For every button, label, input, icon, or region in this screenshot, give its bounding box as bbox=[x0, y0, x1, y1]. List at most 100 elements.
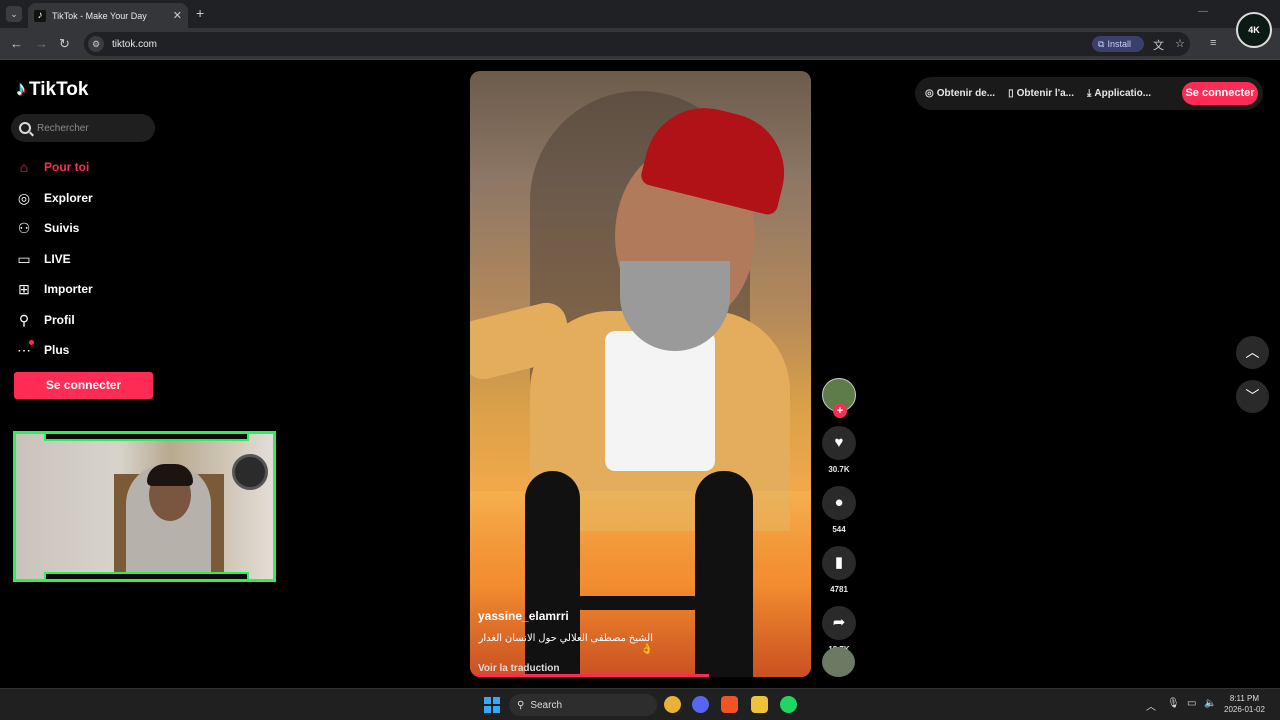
sidebar-item-label: Profil bbox=[44, 312, 75, 327]
get-app-link[interactable]: ▯ Obtenir l'a... bbox=[1008, 88, 1074, 99]
comment-icon[interactable]: ● bbox=[822, 486, 856, 520]
phone-icon: ▯ bbox=[1008, 88, 1014, 99]
upload-icon: ⊞ bbox=[18, 281, 30, 298]
bookmark-icon[interactable]: ▮ bbox=[822, 546, 856, 580]
windows-start-icon[interactable] bbox=[484, 697, 500, 713]
tab-title: TikTok - Make Your Day bbox=[52, 10, 147, 21]
taskbar-time: 8:11 PM bbox=[1229, 694, 1260, 703]
address-bar[interactable]: ⚙ tiktok.com bbox=[84, 32, 1190, 56]
install-icon: ⧉ bbox=[1098, 38, 1105, 49]
file-explorer-icon[interactable] bbox=[751, 696, 768, 713]
get-coins-link[interactable]: ◎ Obtenir de... bbox=[925, 88, 995, 99]
sidebar-item-plus[interactable]: ⋯ Plus bbox=[16, 335, 93, 366]
comment-count: 544 bbox=[832, 525, 846, 534]
creator-avatar[interactable]: + bbox=[822, 378, 856, 418]
following-icon: ⚇ bbox=[17, 220, 31, 237]
video-caption: yassine_elamrri الشيخ مصطفى العلالي حول … bbox=[478, 609, 803, 674]
notification-dot bbox=[29, 340, 34, 346]
reload-icon[interactable]: ↻ bbox=[59, 36, 70, 52]
handshake bbox=[575, 596, 700, 610]
browser-tabstrip: ⌄ ♪ TikTok - Make Your Day ✕ + — bbox=[0, 0, 1280, 28]
video-author[interactable]: yassine_elamrri bbox=[478, 609, 803, 623]
sidebar-item-profil[interactable]: ⚲ Profil bbox=[16, 305, 93, 336]
previous-video-button[interactable]: ︿ bbox=[1236, 336, 1269, 369]
top-link-label: Obtenir de... bbox=[936, 88, 996, 99]
sidebar-item-live[interactable]: ▭ LIVE bbox=[16, 244, 93, 275]
search-icon: ⚲ bbox=[517, 699, 525, 711]
sidebar-item-pour-toi[interactable]: ⌂ Pour toi bbox=[16, 152, 93, 183]
search-icon bbox=[19, 122, 31, 134]
taskbar-search[interactable]: ⚲ Search bbox=[509, 694, 657, 716]
home-icon: ⌂ bbox=[19, 159, 29, 176]
sidebar-item-explorer[interactable]: ◎ Explorer bbox=[16, 183, 93, 214]
see-translation-link[interactable]: Voir la traduction bbox=[478, 663, 803, 674]
more-icon: ⋯ bbox=[16, 340, 34, 358]
video-shirt bbox=[605, 331, 715, 471]
like-count: 30.7K bbox=[828, 465, 850, 474]
heart-icon[interactable]: ♥ bbox=[822, 426, 856, 460]
sidebar-login-button[interactable]: Se connecter bbox=[14, 372, 153, 399]
top-link-label: Obtenir l'a... bbox=[1016, 88, 1074, 99]
video-description: الشيخ مصطفى العلالي حول الانسان الغدار 👌 bbox=[478, 633, 653, 655]
bookmark-star-icon[interactable]: ☆ bbox=[1175, 37, 1185, 50]
comment-action: ● 544 bbox=[821, 486, 857, 534]
site-info-icon[interactable]: ⚙ bbox=[88, 36, 104, 52]
media-control-icon[interactable]: ≡ bbox=[1210, 37, 1216, 49]
back-icon[interactable]: ← bbox=[10, 36, 23, 51]
webcam-frame-top bbox=[44, 434, 249, 441]
tiktok-note-icon: ♪ bbox=[16, 78, 26, 100]
close-tab-icon[interactable]: ✕ bbox=[173, 9, 182, 22]
discord-icon[interactable] bbox=[692, 696, 709, 713]
sidebar-item-label: Importer bbox=[44, 282, 93, 297]
profile-icon: ⚲ bbox=[18, 311, 30, 328]
forward-icon[interactable]: → bbox=[35, 36, 48, 51]
tray-chevron-icon[interactable]: ︿ bbox=[1146, 698, 1156, 713]
sidebar-nav: ⌂ Pour toi ◎ Explorer ⚇ Suivis ▭ LIVE ⊞ … bbox=[16, 152, 93, 366]
microphone-icon[interactable]: 🎙 bbox=[1167, 698, 1180, 709]
search-input[interactable]: Rechercher bbox=[11, 114, 155, 142]
sidebar-item-label: Explorer bbox=[44, 190, 93, 205]
live-icon: ▭ bbox=[17, 250, 31, 267]
minimize-icon[interactable]: — bbox=[1198, 6, 1208, 17]
desktop-app-link[interactable]: ⤓ Applicatio... bbox=[1087, 88, 1151, 99]
chrome-icon[interactable] bbox=[664, 696, 681, 713]
windows-taskbar: ⚲ Search ︿ 🎙 ▭ 🔈 8:11 PM 2026-01-02 bbox=[0, 688, 1280, 720]
brave-icon[interactable] bbox=[721, 696, 738, 713]
sidebar-item-label: Pour toi bbox=[44, 160, 90, 175]
video-progress-bar[interactable] bbox=[470, 674, 709, 677]
tiktok-page: ♪ TikTok Rechercher ⌂ Pour toi ◎ Explore… bbox=[0, 60, 1280, 688]
wall-clock-icon bbox=[232, 454, 268, 490]
profile-avatar[interactable]: 4K bbox=[1236, 12, 1272, 48]
new-tab-button[interactable]: + bbox=[196, 5, 204, 21]
like-action: ♥ 30.7K bbox=[821, 426, 857, 474]
tiktok-favicon-icon: ♪ bbox=[34, 9, 46, 22]
browser-toolbar: ← → ↻ ⚙ tiktok.com bbox=[0, 28, 1280, 60]
compass-icon: ◎ bbox=[17, 189, 31, 206]
top-login-button[interactable]: Se connecter bbox=[1182, 82, 1258, 105]
install-label: Install bbox=[1107, 39, 1131, 49]
translate-icon[interactable]: 文 bbox=[1153, 37, 1164, 53]
logo-text: TikTok bbox=[29, 78, 89, 100]
sound-avatar[interactable] bbox=[822, 647, 855, 677]
tiktok-logo[interactable]: ♪ TikTok bbox=[16, 78, 88, 101]
volume-icon[interactable]: 🔈 bbox=[1204, 698, 1216, 709]
webcam-overlay bbox=[13, 431, 276, 582]
share-icon[interactable]: ➦ bbox=[822, 606, 856, 640]
install-app-button[interactable]: ⧉ Install bbox=[1092, 36, 1144, 52]
browser-tab[interactable]: ♪ TikTok - Make Your Day ✕ bbox=[28, 3, 188, 28]
next-video-button[interactable]: ﹀ bbox=[1236, 380, 1269, 413]
url-text: tiktok.com bbox=[112, 38, 158, 50]
taskbar-clock[interactable]: 8:11 PM 2026-01-02 bbox=[1224, 693, 1265, 715]
sidebar-item-suivis[interactable]: ⚇ Suivis bbox=[16, 213, 93, 244]
tab-search-dropdown[interactable]: ⌄ bbox=[6, 6, 22, 22]
sidebar-item-importer[interactable]: ⊞ Importer bbox=[16, 274, 93, 305]
sidebar-item-label: Suivis bbox=[44, 221, 80, 236]
follow-plus-icon[interactable]: + bbox=[833, 404, 847, 418]
sidebar-item-label: Plus bbox=[44, 343, 70, 358]
download-icon: ⤓ bbox=[1086, 88, 1092, 99]
webcam-frame-bottom bbox=[44, 572, 249, 579]
network-icon[interactable]: ▭ bbox=[1187, 698, 1196, 709]
spotify-icon[interactable] bbox=[780, 696, 797, 713]
video-player[interactable]: yassine_elamrri الشيخ مصطفى العلالي حول … bbox=[470, 71, 811, 677]
save-action: ▮ 4781 bbox=[821, 546, 857, 594]
